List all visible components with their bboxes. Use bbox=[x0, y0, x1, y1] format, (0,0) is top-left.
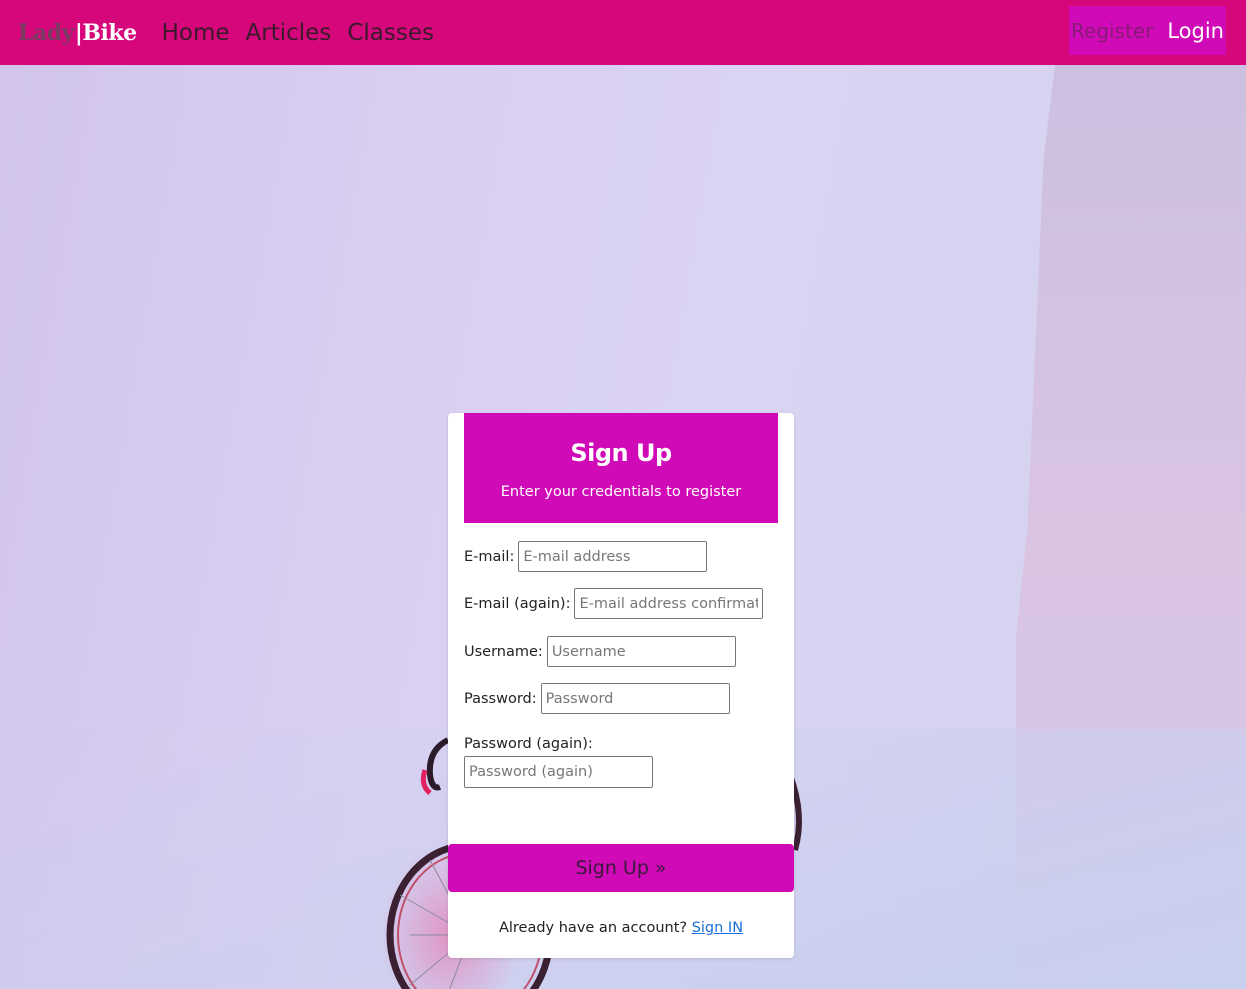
nav-login-link[interactable]: Login bbox=[1167, 19, 1224, 43]
signup-subtitle: Enter your credentials to register bbox=[500, 484, 742, 500]
nav-link-home[interactable]: Home bbox=[162, 20, 230, 46]
password-label: Password: bbox=[464, 690, 537, 707]
sign-up-button[interactable]: Sign Up » bbox=[448, 844, 794, 892]
brand-separator: | bbox=[74, 19, 83, 46]
brand-bike-text: Bike bbox=[82, 19, 137, 46]
nav-links: Home Articles Classes bbox=[153, 20, 434, 46]
signup-card: Sign Up Enter your credentials to regist… bbox=[448, 413, 794, 958]
email-row: E-mail: bbox=[464, 541, 708, 572]
username-field[interactable] bbox=[546, 636, 736, 667]
email-confirm-field[interactable] bbox=[574, 588, 764, 619]
email-field[interactable] bbox=[518, 541, 708, 572]
email-confirm-label: E-mail (again): bbox=[464, 595, 571, 612]
signin-prompt-text: Already have an account? bbox=[498, 920, 688, 936]
password-row: Password: bbox=[464, 683, 730, 714]
nav-register-link[interactable]: Register bbox=[1071, 19, 1153, 43]
email-label: E-mail: bbox=[464, 548, 515, 565]
password-field[interactable] bbox=[540, 683, 730, 714]
signin-prompt-line: Already have an account? Sign IN bbox=[448, 920, 794, 936]
top-navbar: Lady | Bike Home Articles Classes Regist… bbox=[0, 0, 1246, 65]
brand-logo[interactable]: Lady | Bike bbox=[18, 20, 137, 46]
password-confirm-label: Password (again): bbox=[464, 736, 593, 752]
signup-card-header: Sign Up Enter your credentials to regist… bbox=[464, 413, 778, 523]
brand-lady-text: Lady bbox=[18, 19, 74, 46]
email-confirm-row: E-mail (again): bbox=[464, 588, 764, 619]
password-confirm-field[interactable] bbox=[464, 756, 653, 788]
username-row: Username: bbox=[464, 636, 736, 667]
signup-title: Sign Up bbox=[570, 439, 672, 467]
auth-nav: Register Login bbox=[1069, 6, 1226, 55]
sign-in-link[interactable]: Sign IN bbox=[692, 920, 743, 936]
nav-link-classes[interactable]: Classes bbox=[347, 20, 434, 46]
nav-link-articles[interactable]: Articles bbox=[246, 20, 332, 46]
username-label: Username: bbox=[464, 643, 543, 660]
